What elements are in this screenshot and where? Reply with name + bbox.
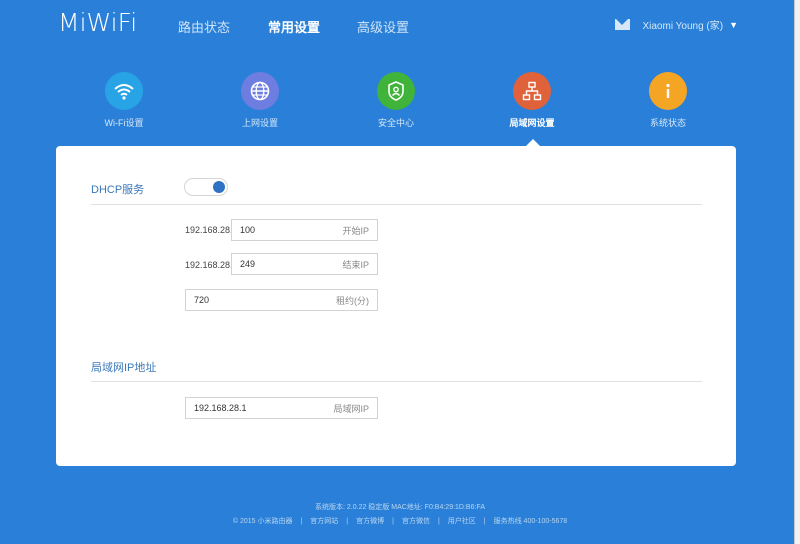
nav-router-status[interactable]: 路由状态 [178,17,230,36]
iconnav-label: 局域网设置 [509,118,555,128]
window-right-edge [794,0,800,544]
iconnav-label: 上网设置 [241,118,278,128]
toggle-knob [213,181,225,193]
input-value: 249 [240,259,256,269]
globe-icon [241,72,279,110]
iconnav-wifi[interactable]: Wi-Fi设置 [79,72,169,129]
dhcp-section-title: DHCP服务 [91,184,145,196]
iconnav-system-status[interactable]: 系统状态 [623,72,713,129]
nav-advanced-settings[interactable]: 高级设置 [357,17,409,36]
footer-hotline: 服务热线 400-100-5678 [493,518,568,525]
ip-prefix-end: 192.168.28. [185,260,233,270]
footer-links: © 2015 小米路由器 | 官方网站 | 官方微博 | 官方微信 | 用户社区 | 服务热线 40… [232,518,568,525]
iconnav-security[interactable]: 安全中心 [351,72,441,129]
dhcp-toggle[interactable] [184,178,228,196]
iconnav-label: Wi-Fi设置 [104,118,144,128]
lease-time-input[interactable]: 720 租约(分) [185,289,378,311]
input-hint: 局域网IP [333,403,369,414]
ip-prefix-start: 192.168.28. [185,225,233,235]
iconnav-label: 系统状态 [649,118,686,128]
footer-copyright: © 2015 小米路由器 [232,518,293,525]
chevron-down-icon[interactable]: ▼ [729,20,738,30]
input-value: 720 [194,295,210,305]
footer-system-info: 系统版本: 2.0.22 稳定版 MAC地址: F0:B4:29:1D:B6:F… [315,504,485,511]
iconnav-label: 安全中心 [377,118,414,128]
footer-link-wechat[interactable]: 官方微信 [402,518,430,525]
divider [91,204,702,205]
input-hint: 结束IP [342,259,369,270]
dhcp-end-ip-input[interactable]: 249 结束IP [231,253,378,275]
lan-settings-panel: DHCP服务 192.168.28. 100 开始IP 192.168.28. … [56,146,736,466]
footer-link-weibo[interactable]: 官方微博 [356,518,384,525]
iconnav-internet[interactable]: 上网设置 [215,72,305,129]
input-value: 192.168.28.1 [194,403,247,413]
footer-link-community[interactable]: 用户社区 [448,518,476,525]
divider [91,381,702,382]
wifi-icon [105,72,143,110]
lan-ip-input[interactable]: 192.168.28.1 局域网IP [185,397,378,419]
user-menu[interactable]: Xiaomi Young (家) ▼ [615,17,738,32]
input-hint: 租约(分) [336,295,369,306]
iconnav-lan[interactable]: 局域网设置 [487,72,577,129]
input-value: 100 [240,225,256,235]
user-name: Xiaomi Young (家) [642,21,724,32]
footer-link-website[interactable]: 官方网站 [310,518,338,525]
network-icon [513,72,551,110]
shield-icon [377,72,415,110]
info-icon [649,72,687,110]
mail-icon[interactable] [615,19,631,30]
input-hint: 开始IP [342,225,369,236]
dhcp-start-ip-input[interactable]: 100 开始IP [231,219,378,241]
lan-ip-section-title: 局域网IP地址 [91,362,157,374]
miwifi-logo: MiWiFi [58,8,138,37]
nav-common-settings[interactable]: 常用设置 [268,17,320,36]
